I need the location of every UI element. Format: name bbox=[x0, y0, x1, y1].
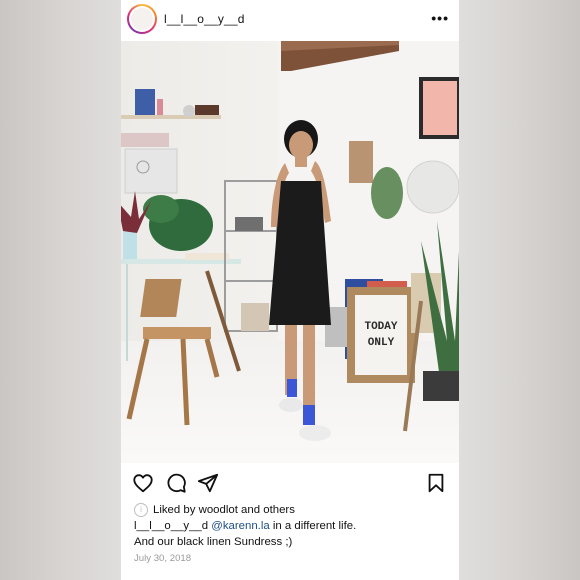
caption-mention[interactable]: @karenn.la bbox=[211, 520, 269, 532]
shelf-box bbox=[195, 105, 219, 115]
caption-text: in a different life. bbox=[269, 520, 357, 532]
comment-icon[interactable] bbox=[165, 472, 187, 494]
monstera-leaf-small bbox=[143, 195, 179, 223]
shelf-book bbox=[135, 89, 155, 115]
plant-pot bbox=[123, 231, 137, 259]
hanging-plant bbox=[371, 167, 403, 219]
round-mirror bbox=[406, 160, 459, 214]
post-username[interactable]: l__l__o__y__d bbox=[164, 12, 245, 26]
blue-sock bbox=[303, 405, 315, 425]
chair-seat bbox=[143, 327, 211, 339]
post-date: July 30, 2018 bbox=[134, 553, 192, 564]
caption-line-2: And our black linen Sundress ;) bbox=[134, 536, 293, 548]
post-meta: i Liked by woodlot and others l__l__o__y… bbox=[134, 502, 454, 567]
liked-by-others[interactable]: others bbox=[263, 502, 295, 518]
person-leg bbox=[303, 325, 315, 413]
post-actions-bar bbox=[121, 463, 459, 503]
pegboard bbox=[124, 148, 178, 194]
caption-username[interactable]: l__l__o__y__d bbox=[134, 520, 208, 532]
instagram-post-card: l__l__o__y__d ••• TODAY ONLY i Liked by … bbox=[121, 0, 459, 580]
person-neck bbox=[295, 157, 307, 167]
blue-sock bbox=[287, 379, 297, 397]
sneaker bbox=[279, 398, 303, 412]
pink-folders bbox=[121, 133, 169, 147]
send-icon[interactable] bbox=[197, 472, 219, 494]
plant-pot-dark bbox=[423, 371, 459, 401]
avatar[interactable] bbox=[127, 4, 157, 34]
avatar-image bbox=[131, 8, 153, 30]
shelf-ornament bbox=[183, 105, 195, 117]
sign-text-line1: TODAY bbox=[364, 321, 397, 333]
chair-back bbox=[140, 279, 182, 317]
sign-board bbox=[355, 295, 407, 375]
caption: l__l__o__y__d @karenn.la in a different … bbox=[134, 518, 454, 534]
post-photo[interactable]: TODAY ONLY bbox=[121, 41, 459, 463]
more-options-icon[interactable]: ••• bbox=[431, 10, 449, 26]
heart-icon[interactable] bbox=[132, 472, 154, 494]
liked-by-prefix: Liked by bbox=[153, 504, 196, 516]
likes-row: i Liked by woodlot and others bbox=[134, 502, 454, 518]
wall-shelf bbox=[121, 115, 221, 119]
sneaker bbox=[299, 425, 331, 441]
desk-books bbox=[185, 253, 229, 260]
sign-text-line2: ONLY bbox=[368, 337, 395, 349]
liked-by-middle: and bbox=[241, 504, 261, 516]
shelf-vase bbox=[157, 99, 163, 115]
liked-by-user[interactable]: woodlot bbox=[199, 502, 238, 518]
shelf-crate bbox=[241, 303, 269, 331]
shelf-items bbox=[235, 217, 263, 231]
wall-art bbox=[423, 81, 457, 135]
person-face bbox=[289, 131, 313, 159]
post-header: l__l__o__y__d ••• bbox=[121, 0, 459, 40]
cork-board bbox=[349, 141, 373, 183]
info-icon[interactable]: i bbox=[134, 503, 148, 517]
bookmark-icon[interactable] bbox=[425, 472, 447, 494]
